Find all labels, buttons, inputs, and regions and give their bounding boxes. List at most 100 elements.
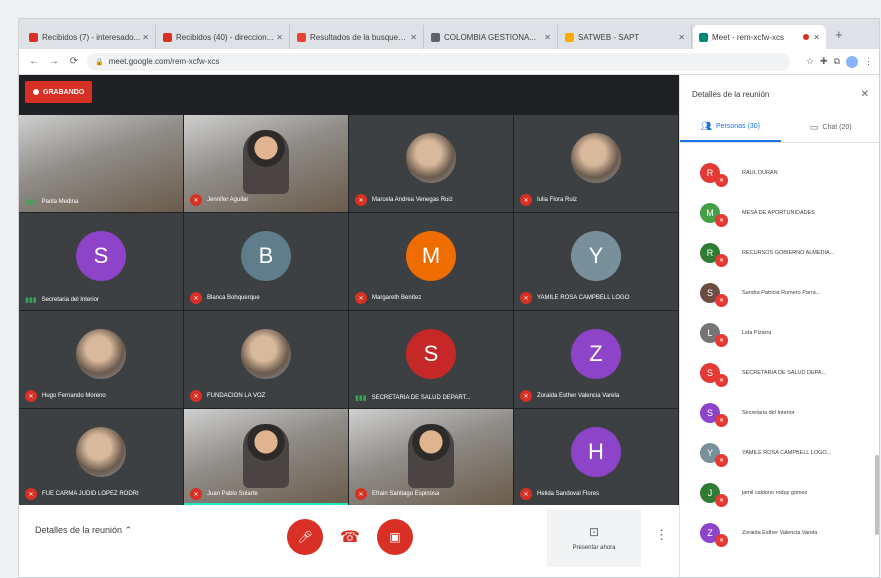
- participant-name-row: ✕ Zoraida Esther Valencia Varela: [520, 390, 672, 402]
- forward-icon[interactable]: →: [47, 56, 61, 67]
- favicon-icon: [297, 32, 306, 42]
- avatar-letter: L: [707, 328, 713, 338]
- puzzle-icon[interactable]: ⧉: [834, 56, 840, 67]
- close-tab-icon[interactable]: ✕: [142, 33, 149, 42]
- browser-tab[interactable]: Resultados de la busqueda... ✕: [291, 25, 424, 49]
- mic-off-icon: ✕: [715, 414, 728, 427]
- reload-icon[interactable]: ⟳: [67, 56, 81, 67]
- close-tab-icon[interactable]: ✕: [544, 33, 551, 42]
- participant-list-item[interactable]: Y ✕ YAMILE ROSA CAMPBELL LOGO...: [680, 433, 879, 473]
- participant-tile[interactable]: ✕ Marcela Andrea Venegas Ruiz: [349, 115, 513, 212]
- mic-off-icon: ✕: [190, 390, 202, 402]
- participant-list-item[interactable]: Z ✕ Zoraida Esther Valencia Varela: [680, 513, 879, 553]
- close-icon[interactable]: ✕: [861, 89, 869, 100]
- participant-tile[interactable]: ✕ Juan Pablo Solarte: [184, 409, 348, 506]
- mic-off-icon: ✕: [715, 454, 728, 467]
- tab-chat[interactable]: ▭ Chat (20): [781, 113, 880, 142]
- participant-name-row: ✕ FUE CARMA JUDID LOPEZ RODRI: [25, 488, 177, 500]
- avatar-letter: Z: [707, 528, 713, 538]
- favicon-icon: [163, 32, 172, 42]
- meeting-details-button[interactable]: Detalles de la reunión ⌃: [35, 525, 132, 536]
- mic-off-icon: ✕: [190, 194, 202, 206]
- participant-list-item[interactable]: S ✕ Secretaria del Interior: [680, 393, 879, 433]
- participant-tile[interactable]: S ▮▮▮ SECRETARIA DE SALUD DEPART...: [349, 311, 513, 408]
- participant-list-name: Sandra Patricia Romero Parra...: [742, 290, 821, 296]
- meeting-details-panel: Detalles de la reunión ✕ 👥︎ Personas (30…: [679, 75, 880, 577]
- mic-off-icon: ✕: [715, 334, 728, 347]
- participant-photo: [406, 132, 456, 183]
- mic-off-icon: ✕: [520, 488, 532, 500]
- participant-name: FUE CARMA JUDID LOPEZ RODRI: [42, 491, 139, 497]
- participant-tile[interactable]: ✕ Efrain Santiago Espinosa: [349, 409, 513, 506]
- avatar-letter: Y: [706, 448, 713, 458]
- participant-list-item[interactable]: L ✕ Lida Pizarra: [680, 313, 879, 353]
- participant-name: Blanca Bohquerque: [207, 295, 260, 301]
- participant-list-item[interactable]: J ✕ jamil caldono roduy gomez: [680, 473, 879, 513]
- close-tab-icon[interactable]: ✕: [813, 33, 820, 42]
- participant-tile[interactable]: Z ✕ Zoraida Esther Valencia Varela: [514, 311, 678, 408]
- participant-list-item[interactable]: M ✕ MESA DE APORTUNIDADES: [680, 193, 879, 233]
- star-icon[interactable]: ☆: [806, 56, 814, 67]
- browser-tab[interactable]: SATWEB - SAPT ✕: [559, 25, 692, 49]
- mic-off-icon: ✕: [355, 488, 367, 500]
- participant-tile[interactable]: Y ✕ YAMILE ROSA CAMPBELL LOGO: [514, 213, 678, 310]
- browser-tab[interactable]: Recibidos (7) - interesado... ✕: [23, 25, 156, 49]
- present-label: Presentar ahora: [572, 545, 616, 551]
- avatar: Z ✕: [700, 523, 728, 547]
- mic-off-icon: ✕: [355, 292, 367, 304]
- tab-strip: Recibidos (7) - interesado... ✕ Recibidos …: [19, 19, 879, 49]
- participant-tile[interactable]: S ▮▮▮ Secretaria del Interior: [19, 213, 183, 310]
- participant-tile[interactable]: B ✕ Blanca Bohquerque: [184, 213, 348, 310]
- camera-toggle-button[interactable]: ▣: [377, 519, 413, 555]
- participant-name-row: ▮▮▮ Secretaria del Interior: [25, 296, 177, 304]
- participant-list-item[interactable]: R ✕ RAUL DURAN: [680, 153, 879, 193]
- browser-tab[interactable]: Recibidos (40) - direccion... ✕: [157, 25, 290, 49]
- meeting-details-label: Detalles de la reunión: [35, 525, 123, 535]
- scrollbar[interactable]: [875, 455, 879, 535]
- participant-avatar: Z: [571, 328, 621, 379]
- avatar: R ✕: [700, 243, 728, 267]
- participant-photo: [241, 328, 291, 379]
- new-tab-icon[interactable]: +: [835, 27, 843, 42]
- mic-off-icon: ✕: [715, 294, 728, 307]
- camera-off-icon: ▣: [389, 530, 401, 544]
- audio-level-icon: ▮▮▮: [25, 297, 37, 304]
- more-options-icon[interactable]: ⋮: [655, 527, 668, 543]
- participant-tile[interactable]: ✕ Iulia Flora Ruiz: [514, 115, 678, 212]
- chevron-up-icon: ⌃: [124, 525, 133, 535]
- participant-tile[interactable]: H ✕ Helida Sandoval Flores: [514, 409, 678, 506]
- participant-list-item[interactable]: S ✕ Sandra Patricia Romero Parra...: [680, 273, 879, 313]
- menu-icon[interactable]: ⋮: [864, 56, 873, 67]
- address-bar-row: ← → ⟳ 🔒 meet.google.com/rem-xcfw-xcs ☆ ✚…: [19, 49, 879, 75]
- tab-title: Meet - rem-xcfw-xcs: [712, 32, 784, 42]
- present-now-button[interactable]: ⊡ Presentar ahora: [547, 509, 641, 567]
- close-tab-icon[interactable]: ✕: [276, 33, 283, 42]
- extension-icon[interactable]: ✚: [820, 56, 828, 67]
- mic-off-icon: ✕: [355, 194, 367, 206]
- browser-window: Recibidos (7) - interesado... ✕ Recibidos …: [18, 18, 880, 578]
- participant-tile[interactable]: M ✕ Margareth Benítez: [349, 213, 513, 310]
- participant-tile[interactable]: ✕ Hugo Fernando Moreno: [19, 311, 183, 408]
- hang-up-button[interactable]: ☎︎: [332, 519, 368, 555]
- close-tab-icon[interactable]: ✕: [410, 33, 417, 42]
- participant-name: SECRETARIA DE SALUD DEPART...: [371, 395, 471, 401]
- browser-tab[interactable]: COLOMBIA GESTIONA... ✕: [425, 25, 558, 49]
- tab-title: Recibidos (40) - direccion...: [176, 32, 274, 42]
- mic-off-icon: ✕: [520, 390, 532, 402]
- participant-list-name: RAUL DURAN: [742, 170, 778, 176]
- url-field[interactable]: 🔒 meet.google.com/rem-xcfw-xcs: [87, 52, 790, 71]
- participant-tile[interactable]: ✕ Jennifer Aguilar: [184, 115, 348, 212]
- avatar: S ✕: [700, 283, 728, 307]
- tab-people[interactable]: 👥︎ Personas (30): [680, 113, 781, 142]
- participant-tile[interactable]: ✕ FUNDACION LA VOZ: [184, 311, 348, 408]
- participant-tile[interactable]: ▮▮▮ Paola Medina: [19, 115, 183, 212]
- back-icon[interactable]: ←: [27, 56, 41, 67]
- participant-list-name: MESA DE APORTUNIDADES: [742, 210, 815, 216]
- profile-avatar[interactable]: [846, 55, 858, 68]
- browser-tab[interactable]: Meet - rem-xcfw-xcs ✕: [693, 25, 826, 49]
- participant-tile[interactable]: ✕ FUE CARMA JUDID LOPEZ RODRI: [19, 409, 183, 506]
- participant-list-item[interactable]: R ✕ RECURSOS GOBIERNO ALMEDIA...: [680, 233, 879, 273]
- participant-list-item[interactable]: S ✕ SECRETARIA DE SALUD DEPA...: [680, 353, 879, 393]
- mic-toggle-button[interactable]: 🎤︎: [287, 519, 323, 555]
- close-tab-icon[interactable]: ✕: [678, 33, 685, 42]
